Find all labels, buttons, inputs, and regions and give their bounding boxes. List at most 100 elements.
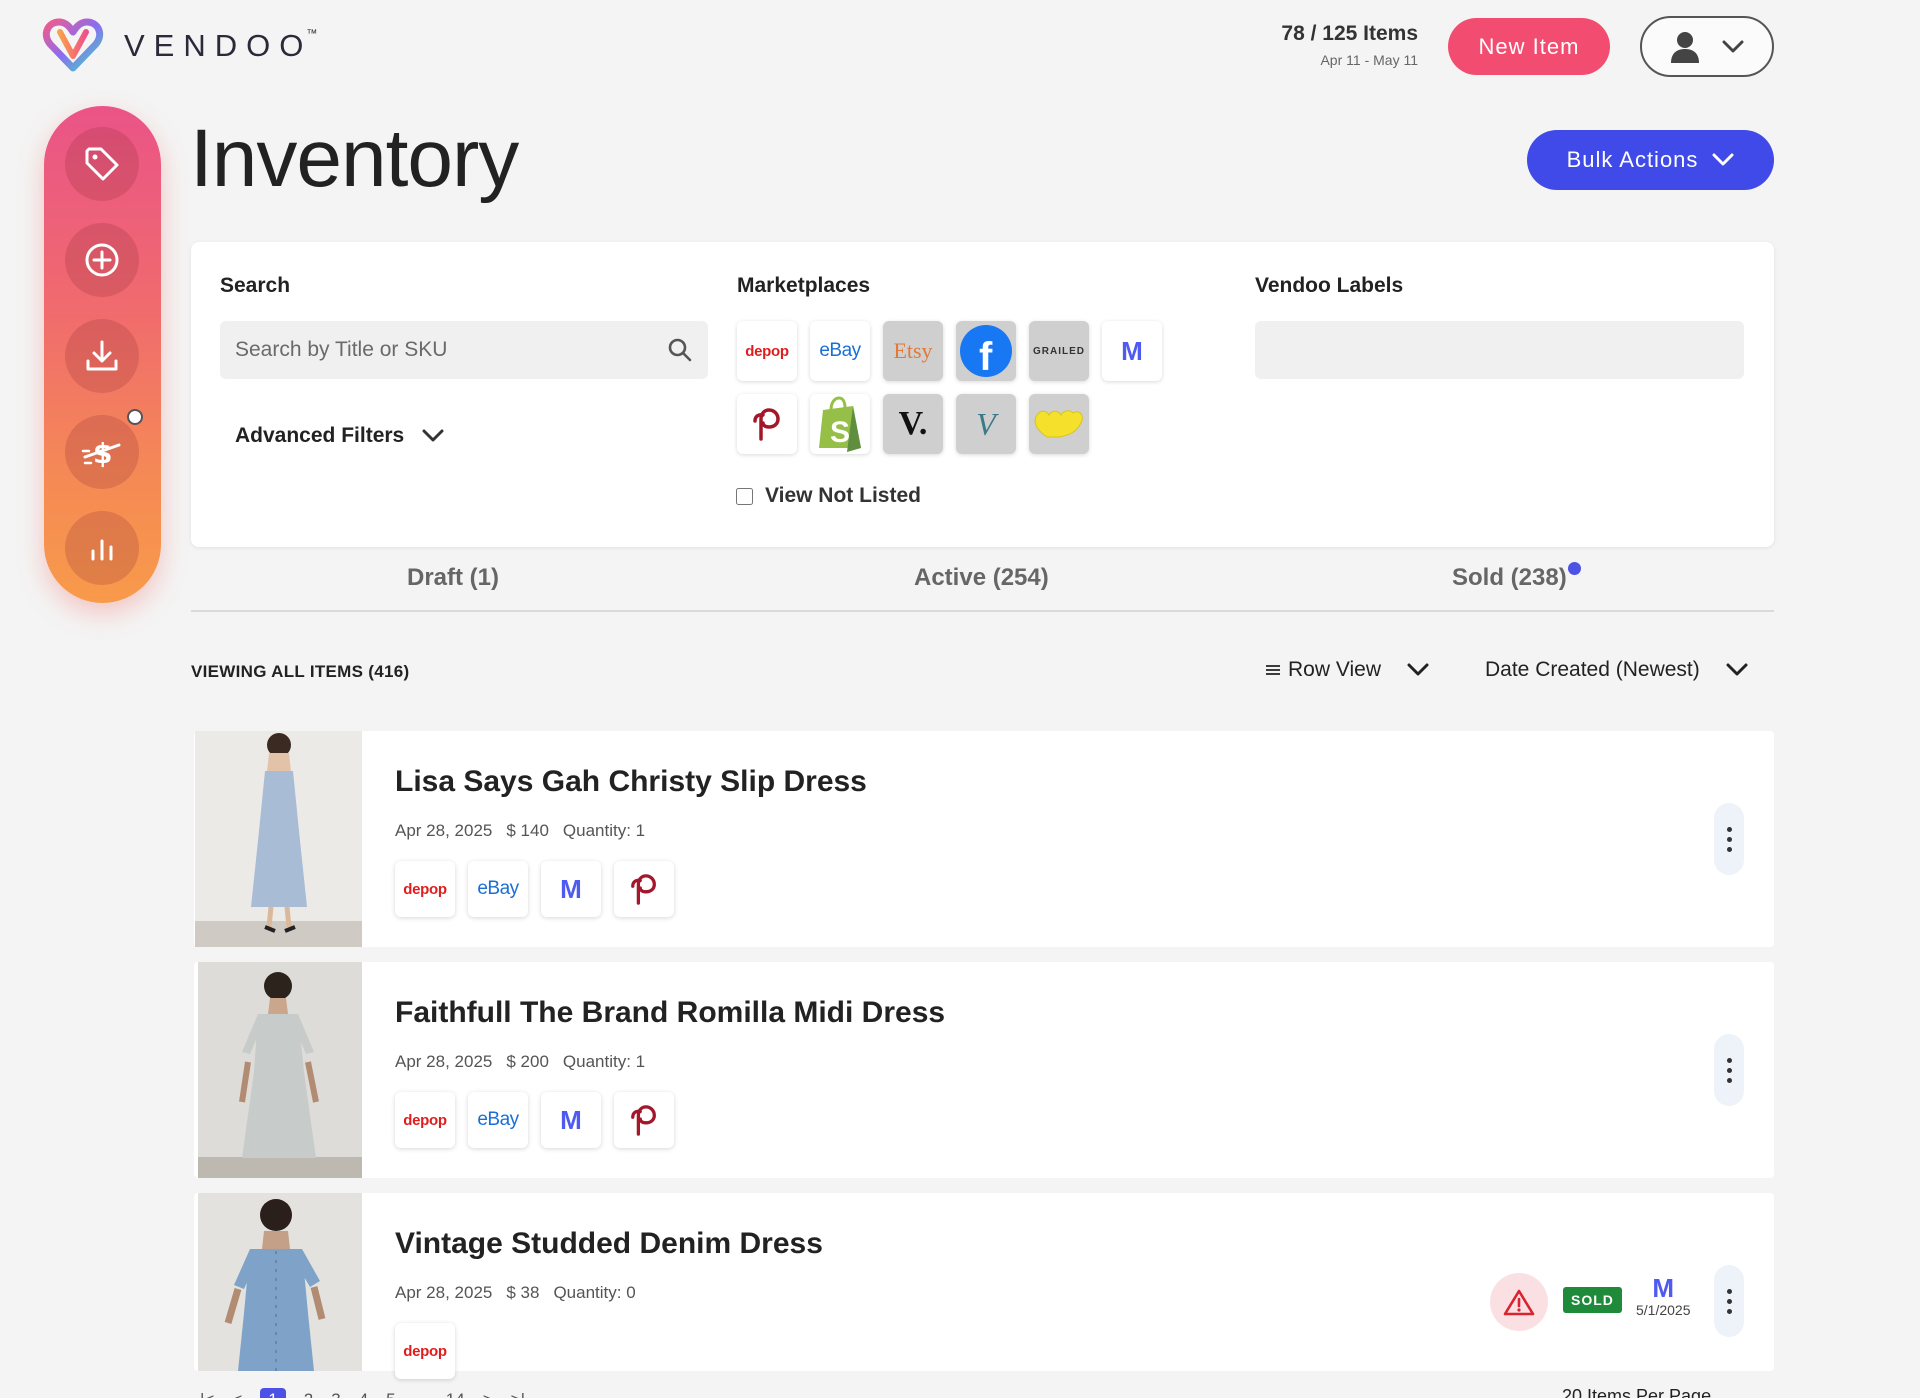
sidebar-item-analytics[interactable] bbox=[65, 511, 139, 585]
item-quantity: Quantity: 1 bbox=[562, 821, 646, 840]
advanced-filters-toggle[interactable]: Advanced Filters bbox=[235, 424, 444, 448]
vendoo-heart-icon bbox=[42, 18, 104, 72]
analytics-icon bbox=[91, 539, 113, 561]
chevron-down-icon bbox=[1407, 663, 1429, 676]
first-page-icon[interactable]: |< bbox=[200, 1390, 214, 1398]
listing-ebay[interactable]: eBay bbox=[468, 861, 528, 917]
listing-depop[interactable]: depop bbox=[395, 1092, 455, 1148]
item-date: Apr 28, 2025 bbox=[395, 1052, 493, 1071]
marketplace-filter-poshmark[interactable] bbox=[737, 394, 797, 454]
search-icon[interactable] bbox=[667, 337, 693, 363]
page-ellipsis: ... bbox=[414, 1390, 428, 1398]
more-dot-icon bbox=[1726, 1057, 1732, 1063]
user-menu-button[interactable] bbox=[1640, 16, 1774, 77]
listing-depop[interactable]: depop bbox=[395, 1323, 455, 1379]
page-link[interactable]: 14 bbox=[446, 1390, 465, 1398]
svg-text:S: S bbox=[830, 416, 850, 449]
brand-name: VENDOO bbox=[124, 28, 313, 63]
last-page-icon[interactable]: >| bbox=[511, 1390, 525, 1398]
notification-dot bbox=[127, 409, 143, 425]
sidebar-item-import[interactable] bbox=[65, 319, 139, 393]
marketplace-filter-vinted[interactable]: V bbox=[956, 394, 1016, 454]
sort-select[interactable]: Date Created (Newest) bbox=[1485, 658, 1748, 682]
advanced-filters-label: Advanced Filters bbox=[235, 424, 405, 447]
bulk-actions-button[interactable]: Bulk Actions bbox=[1527, 130, 1774, 190]
marketplace-filter-depop[interactable]: depop bbox=[737, 321, 797, 381]
tab-sold[interactable]: Sold (238) bbox=[1452, 564, 1567, 592]
sidebar-item-inventory[interactable] bbox=[65, 127, 139, 201]
view-mode-select[interactable]: Row View bbox=[1266, 658, 1429, 682]
marketplace-filter-grailed[interactable]: GRAILED bbox=[1029, 321, 1089, 381]
items-per-page-select[interactable]: 20 Items Per Page bbox=[1562, 1386, 1711, 1398]
grailed-logo-icon: GRAILED bbox=[1033, 345, 1085, 357]
more-dot-icon bbox=[1726, 1298, 1732, 1304]
tab-active[interactable]: Active (254) bbox=[914, 564, 1049, 592]
marketplace-filter-mercari[interactable]: M bbox=[1102, 321, 1162, 381]
more-dot-icon bbox=[1726, 1308, 1732, 1314]
page-link[interactable]: 4 bbox=[359, 1390, 368, 1398]
view-not-listed-input[interactable] bbox=[736, 487, 753, 505]
marketplace-filter-etsy[interactable]: Etsy bbox=[883, 321, 943, 381]
item-photo[interactable] bbox=[195, 731, 362, 947]
poshmark-logo-icon bbox=[753, 408, 780, 441]
list-icon bbox=[1266, 665, 1280, 675]
listing-ebay[interactable]: eBay bbox=[468, 1092, 528, 1148]
view-mode-label: Row View bbox=[1288, 658, 1381, 681]
item-title[interactable]: Vintage Studded Denim Dress bbox=[395, 1227, 823, 1261]
item-photo[interactable] bbox=[198, 1193, 362, 1371]
inventory-item-row[interactable]: Faithfull The Brand Romilla Midi Dress A… bbox=[194, 962, 1774, 1178]
inventory-item-row[interactable]: Vintage Studded Denim Dress Apr 28, 2025… bbox=[194, 1193, 1774, 1379]
vendoo-logo[interactable]: VENDOO™ bbox=[42, 18, 317, 74]
page-link[interactable]: 2 bbox=[304, 1390, 313, 1398]
more-dot-icon bbox=[1726, 1077, 1732, 1083]
sort-label: Date Created (Newest) bbox=[1485, 658, 1700, 681]
item-meta: Apr 28, 2025 $ 140 Quantity: 1 bbox=[395, 821, 645, 841]
vendoo-labels-select[interactable] bbox=[1255, 321, 1744, 379]
marketplace-filter-ebay[interactable]: eBay bbox=[810, 321, 870, 381]
search-input[interactable] bbox=[235, 338, 635, 362]
view-not-listed-label: View Not Listed bbox=[765, 484, 921, 507]
more-dot-icon bbox=[1726, 846, 1732, 852]
page-link[interactable]: 3 bbox=[331, 1390, 340, 1398]
item-marketplaces: depop eBay M bbox=[395, 1092, 674, 1148]
search-field[interactable] bbox=[220, 321, 708, 379]
item-more-menu[interactable] bbox=[1714, 803, 1744, 875]
more-dot-icon bbox=[1726, 1067, 1732, 1073]
item-photo[interactable] bbox=[198, 962, 362, 1178]
listing-depop[interactable]: depop bbox=[395, 861, 455, 917]
item-more-menu[interactable] bbox=[1714, 1265, 1744, 1337]
next-page-icon[interactable]: > bbox=[483, 1390, 493, 1398]
listing-poshmark[interactable] bbox=[614, 1092, 674, 1148]
view-not-listed-checkbox[interactable]: View Not Listed bbox=[736, 484, 921, 508]
svg-text:f: f bbox=[979, 335, 993, 378]
new-item-button[interactable]: New Item bbox=[1448, 18, 1610, 75]
listing-mercari[interactable]: M bbox=[541, 1092, 601, 1148]
sidebar-item-create[interactable] bbox=[65, 223, 139, 297]
item-quantity: Quantity: 1 bbox=[562, 1052, 646, 1071]
sold-status-badge: SOLD bbox=[1563, 1287, 1622, 1313]
marketplace-filter-facebook[interactable]: f bbox=[956, 321, 1016, 381]
ebay-logo-icon: eBay bbox=[819, 340, 861, 361]
marketplace-filter-shopify[interactable]: S bbox=[810, 394, 870, 454]
item-price: $ 200 bbox=[506, 1052, 549, 1071]
brand-tm: ™ bbox=[306, 28, 318, 40]
download-icon bbox=[86, 340, 118, 371]
marketplace-filter-kidizen[interactable] bbox=[1029, 394, 1089, 454]
item-title[interactable]: Faithfull The Brand Romilla Midi Dress bbox=[395, 996, 945, 1030]
page-link[interactable]: 5 bbox=[386, 1390, 395, 1398]
mercari-logo-icon: M bbox=[560, 873, 582, 904]
sidebar-item-auto-offers[interactable]: $ bbox=[65, 409, 143, 489]
tab-draft[interactable]: Draft (1) bbox=[407, 564, 499, 592]
item-date: Apr 28, 2025 bbox=[395, 1283, 493, 1302]
page-link[interactable]: 1 bbox=[260, 1388, 286, 1398]
listing-error-button[interactable] bbox=[1490, 1273, 1548, 1331]
dress-photo-image bbox=[198, 962, 362, 1178]
item-title[interactable]: Lisa Says Gah Christy Slip Dress bbox=[395, 765, 867, 799]
listing-mercari[interactable]: M bbox=[541, 861, 601, 917]
marketplace-filter-vestiaire[interactable]: V. bbox=[883, 394, 943, 454]
item-more-menu[interactable] bbox=[1714, 1034, 1744, 1106]
prev-page-icon[interactable]: < bbox=[232, 1390, 242, 1398]
inventory-item-row[interactable]: Lisa Says Gah Christy Slip Dress Apr 28,… bbox=[194, 731, 1774, 947]
page-title: Inventory bbox=[190, 113, 519, 204]
listing-poshmark[interactable] bbox=[614, 861, 674, 917]
